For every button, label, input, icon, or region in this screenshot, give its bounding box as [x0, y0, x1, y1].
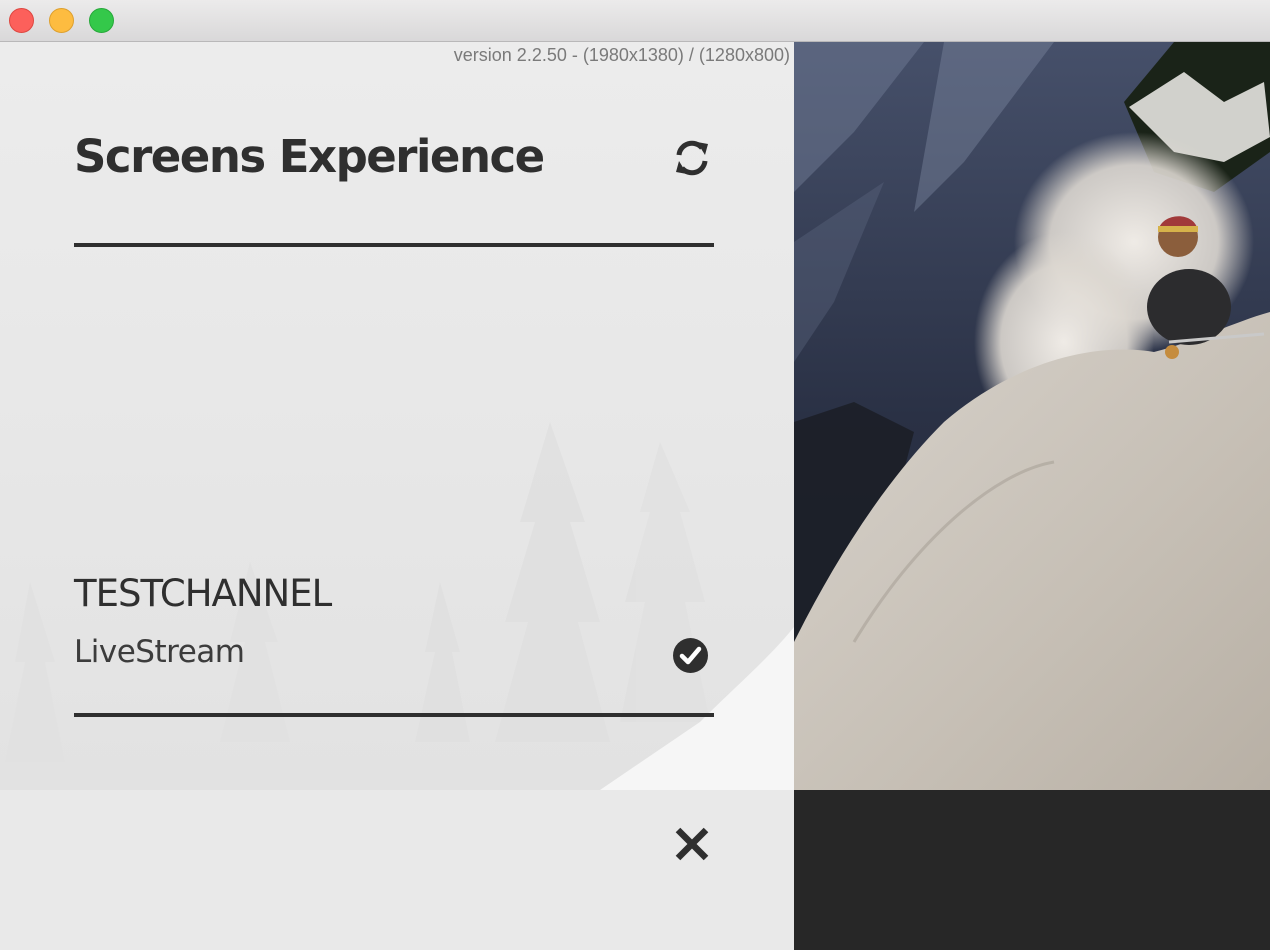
refresh-button[interactable] — [672, 138, 712, 178]
channel-name: TESTCHANNEL — [74, 572, 332, 615]
window-close-button[interactable] — [9, 8, 34, 33]
window-minimize-button[interactable] — [49, 8, 74, 33]
channel-subtitle: LiveStream — [74, 634, 245, 670]
close-icon — [675, 827, 709, 861]
close-button[interactable] — [672, 824, 712, 864]
page-title: Screens Experience — [74, 130, 545, 183]
version-label: version 2.2.50 - (1980x1380) / (1280x800… — [453, 45, 790, 65]
window-titlebar — [0, 0, 1270, 42]
refresh-icon — [676, 140, 708, 176]
skier-photo — [794, 42, 1270, 790]
check-circle-icon — [673, 638, 708, 673]
channel-divider — [74, 713, 714, 717]
window-maximize-button[interactable] — [89, 8, 114, 33]
footer-bar — [0, 790, 794, 950]
footer-dark-strip — [794, 790, 1270, 950]
channel-panel: version 2.2.50 - (1980x1380) / (1280x800… — [0, 42, 794, 790]
title-divider — [74, 243, 714, 247]
